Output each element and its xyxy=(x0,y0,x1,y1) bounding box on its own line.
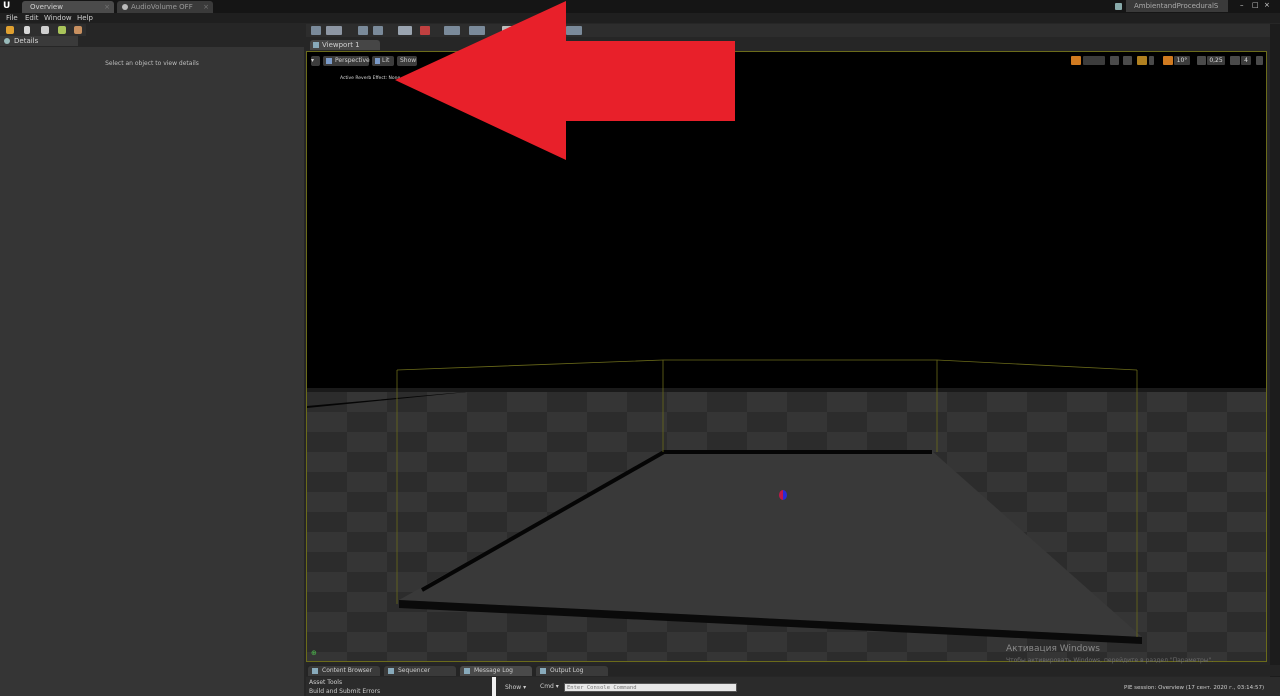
place-mode-icon[interactable] xyxy=(6,26,14,34)
lit-label: Lit xyxy=(382,57,390,64)
select-mode-icon[interactable] xyxy=(1071,56,1081,65)
show-filter-button[interactable]: Show ▾ xyxy=(505,684,526,691)
cmd-label: Cmd xyxy=(540,683,554,690)
perspective-icon xyxy=(326,58,332,64)
content-icon[interactable] xyxy=(358,26,368,35)
viewport-options-button[interactable]: ▾ xyxy=(311,56,320,66)
lit-icon xyxy=(375,58,380,64)
tab-content-browser[interactable]: Content Browser xyxy=(308,666,380,676)
tab-label: Sequencer xyxy=(398,667,431,674)
grid-snap-icon[interactable] xyxy=(1137,56,1147,65)
tab-viewport[interactable]: Viewport 1 xyxy=(310,40,380,50)
camera-speed-value[interactable]: 4 xyxy=(1241,56,1251,65)
windows-activation-title: Активация Windows xyxy=(1006,644,1100,654)
foliage-mode-icon[interactable] xyxy=(58,26,66,34)
bottom-tab-bar: Content Browser Sequencer Message Log Ou… xyxy=(306,665,1280,676)
menu-window[interactable]: Window xyxy=(44,14,72,22)
tab-label: Overview xyxy=(30,3,63,11)
cmd-dropdown[interactable]: Cmd ▾ xyxy=(540,682,562,692)
project-name: AmbientandProceduralS xyxy=(1126,0,1228,12)
content-browser-icon xyxy=(312,668,318,674)
close-icon[interactable]: × xyxy=(104,1,110,13)
details-empty-message: Select an object to view details xyxy=(105,60,199,67)
tab-label: Content Browser xyxy=(322,667,373,674)
console-command-input[interactable] xyxy=(564,683,737,692)
tab-details-label: Details xyxy=(14,37,39,45)
source-control-icon[interactable] xyxy=(326,26,342,35)
tab-output-log[interactable]: Output Log xyxy=(536,666,608,676)
close-icon[interactable]: × xyxy=(203,1,209,13)
pie-session-status: PIE session: Overview (17 сент. 2020 г.,… xyxy=(1124,685,1265,691)
close-window-button[interactable]: × xyxy=(1264,1,1274,9)
surface-snap-icon[interactable] xyxy=(1123,56,1132,65)
minimize-button[interactable]: – xyxy=(1240,1,1250,9)
tab-label: Output Log xyxy=(550,667,584,674)
right-panel-strip xyxy=(1270,24,1280,696)
build-submit-item[interactable]: Build and Submit Errors xyxy=(309,688,380,695)
project-icon xyxy=(1115,3,1122,10)
scale-snap-icon[interactable] xyxy=(1197,56,1206,65)
world-local-icon[interactable] xyxy=(1110,56,1119,65)
perspective-label: Perspective xyxy=(335,57,370,64)
geometry-mode-icon[interactable] xyxy=(74,26,82,34)
marketplace-icon[interactable] xyxy=(373,26,383,35)
tab-label: AudioVolume OFF xyxy=(131,3,193,11)
paint-mode-icon[interactable] xyxy=(24,26,30,34)
perspective-button[interactable]: Perspective xyxy=(323,56,370,66)
level-icon xyxy=(122,4,128,10)
annotation-arrow xyxy=(395,1,735,160)
windows-activation-subtitle: Чтобы активировать Windows, перейдите в … xyxy=(1006,657,1214,664)
bottom-panel: Asset Tools Build and Submit Errors Show… xyxy=(306,677,1280,696)
tab-viewport-label: Viewport 1 xyxy=(322,41,360,49)
rotation-snap-icon[interactable] xyxy=(1163,56,1173,65)
camera-speed-icon[interactable] xyxy=(1230,56,1240,65)
panel-splitter[interactable] xyxy=(492,677,496,696)
rotation-snap-value[interactable]: 10° xyxy=(1174,56,1190,65)
maximize-viewport-icon[interactable] xyxy=(1256,56,1263,65)
output-log-icon xyxy=(540,668,546,674)
asset-tools-item[interactable]: Asset Tools xyxy=(309,679,342,686)
landscape-mode-icon[interactable] xyxy=(41,26,49,34)
tab-message-log[interactable]: Message Log xyxy=(460,666,532,676)
unreal-logo-icon[interactable]: U xyxy=(3,1,13,11)
save-icon[interactable] xyxy=(311,26,321,35)
show-filter-label: Show xyxy=(505,684,522,691)
tab-overview[interactable]: Overview × xyxy=(22,1,114,13)
viewport-icon xyxy=(313,42,319,48)
lit-button[interactable]: Lit xyxy=(372,56,394,66)
audio-volume-orb[interactable] xyxy=(779,490,787,500)
axis-gizmo-icon: ⊕ xyxy=(311,649,317,657)
modes-toolbar xyxy=(0,24,86,36)
details-panel: Select an object to view details xyxy=(0,47,304,696)
maximize-button[interactable]: □ xyxy=(1252,1,1262,9)
scale-snap-value[interactable]: 0,25 xyxy=(1207,56,1225,65)
tab-sequencer[interactable]: Sequencer xyxy=(384,666,456,676)
transform-tools-icon[interactable] xyxy=(1083,56,1105,65)
details-icon xyxy=(4,38,10,44)
tab-label: Message Log xyxy=(474,667,513,674)
grid-size-icon[interactable] xyxy=(1149,56,1154,65)
message-log-icon xyxy=(464,668,470,674)
sequencer-icon xyxy=(388,668,394,674)
menu-edit[interactable]: Edit xyxy=(25,14,39,22)
menu-file[interactable]: File xyxy=(6,14,18,22)
active-reverb-text: Active Reverb Effect: None xyxy=(340,76,401,81)
menu-help[interactable]: Help xyxy=(77,14,93,22)
tab-details[interactable]: Details xyxy=(0,36,78,46)
tab-audiovolume[interactable]: AudioVolume OFF × xyxy=(117,1,213,13)
